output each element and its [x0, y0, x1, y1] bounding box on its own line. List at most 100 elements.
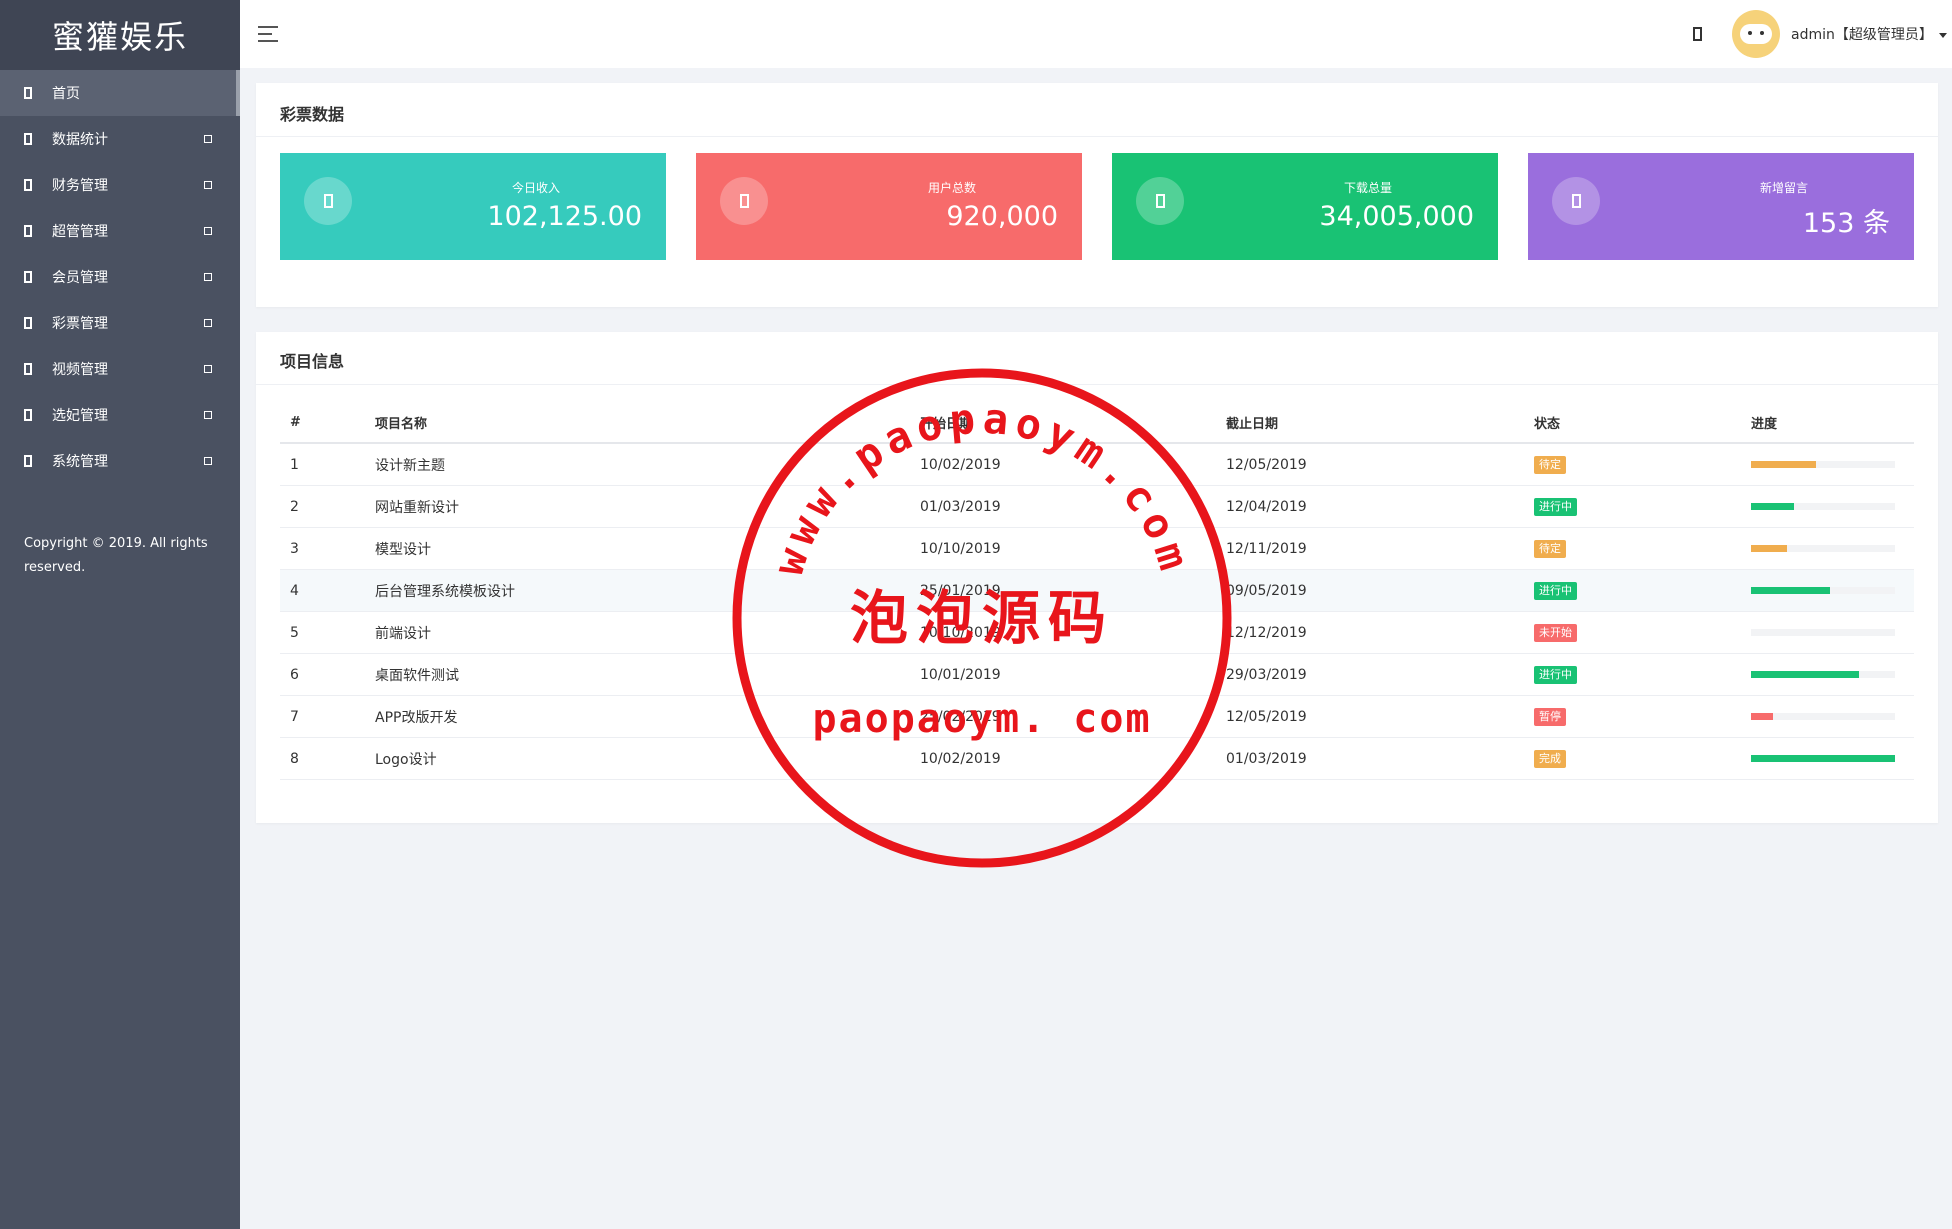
table-row[interactable]: 6 桌面软件测试 10/01/2019 29/03/2019 进行中 — [280, 653, 1914, 696]
expand-icon — [204, 457, 212, 465]
sidebar-item-home[interactable]: 首页 — [0, 70, 240, 116]
cell-progress — [1751, 527, 1914, 570]
cell-start: 10/02/2019 — [920, 737, 1226, 780]
expand-icon — [204, 411, 212, 419]
stat-card-messages: 新增留言 153 条 — [1528, 153, 1914, 260]
ticket-icon — [24, 317, 32, 329]
sidebar-item-label: 彩票管理 — [52, 316, 108, 332]
progress-bar — [1751, 503, 1895, 510]
sidebar-menu: 首页 数据统计 财务管理 超管管理 会员管理 彩票管理 视频管理 选妃管理 系统… — [0, 70, 240, 484]
expand-icon — [204, 273, 212, 281]
sidebar-item-lottery[interactable]: 彩票管理 — [0, 300, 240, 346]
progress-fill — [1751, 545, 1787, 552]
sidebar-item-label: 首页 — [52, 86, 80, 102]
menu-toggle-icon[interactable] — [258, 26, 278, 42]
projects-table: # 项目名称 开始日期 截止日期 状态 进度 1 设计新主题 10/02/2019 1… — [280, 402, 1914, 780]
cell-start: 10/10/2019 — [920, 527, 1226, 570]
status-badge: 进行中 — [1534, 497, 1577, 516]
user-menu[interactable]: admin【超级管理员】 — [1791, 24, 1947, 44]
sidebar-item-finance[interactable]: 财务管理 — [0, 162, 240, 208]
cell-id: 5 — [280, 611, 375, 654]
progress-bar — [1751, 587, 1895, 594]
cell-progress — [1751, 569, 1914, 612]
cell-id: 8 — [280, 737, 375, 780]
progress-fill — [1751, 587, 1831, 594]
bell-icon[interactable] — [1693, 27, 1702, 41]
cell-start: 10/02/2019 — [920, 443, 1226, 486]
sidebar-item-label: 会员管理 — [52, 270, 108, 286]
progress-bar — [1751, 713, 1895, 720]
projects-panel: 项目信息 # 项目名称 开始日期 截止日期 状态 进度 1 设计新主题 10/02/… — [256, 332, 1938, 823]
cell-end: 01/03/2019 — [1226, 737, 1534, 780]
progress-bar — [1751, 671, 1895, 678]
status-badge: 未开始 — [1534, 623, 1577, 642]
table-row[interactable]: 7 APP改版开发 25/02/2019 12/05/2019 暂停 — [280, 695, 1914, 738]
stat-card-users: 用户总数 920,000 — [696, 153, 1082, 260]
cell-start: 25/02/2019 — [920, 695, 1226, 738]
panel-title: 彩票数据 — [280, 105, 345, 124]
sidebar-item-label: 选妃管理 — [52, 408, 108, 424]
table-row[interactable]: 1 设计新主题 10/02/2019 12/05/2019 待定 — [280, 443, 1914, 486]
cell-start: 25/01/2019 — [920, 569, 1226, 612]
cell-status: 进行中 — [1534, 653, 1751, 696]
sidebar-item-selection[interactable]: 选妃管理 — [0, 392, 240, 438]
stats-panel: 彩票数据 今日收入 102,125.00 用户总数 920,000 下载总量 3… — [256, 83, 1938, 307]
progress-bar — [1751, 545, 1895, 552]
brand-logo[interactable]: 蜜獾娱乐 — [0, 0, 240, 70]
status-badge: 完成 — [1534, 749, 1566, 768]
table-row[interactable]: 8 Logo设计 10/02/2019 01/03/2019 完成 — [280, 737, 1914, 780]
table-row[interactable]: 4 后台管理系统模板设计 25/01/2019 09/05/2019 进行中 — [280, 569, 1914, 612]
stat-card-downloads: 下载总量 34,005,000 — [1112, 153, 1498, 260]
cell-id: 7 — [280, 695, 375, 738]
cell-status: 暂停 — [1534, 695, 1751, 738]
expand-icon — [204, 319, 212, 327]
cell-name: APP改版开发 — [375, 695, 920, 738]
table-row[interactable]: 2 网站重新设计 01/03/2019 12/04/2019 进行中 — [280, 485, 1914, 528]
table-row[interactable]: 3 模型设计 10/10/2019 12/11/2019 待定 — [280, 527, 1914, 570]
sidebar-item-label: 系统管理 — [52, 454, 108, 470]
cell-end: 29/03/2019 — [1226, 653, 1534, 696]
gear-icon — [24, 455, 32, 467]
cell-start: 10/01/2019 — [920, 653, 1226, 696]
column-header: 截止日期 — [1226, 402, 1534, 444]
stat-label: 今日收入 — [511, 181, 560, 195]
cell-start: 10/10/2019 — [920, 611, 1226, 654]
cell-progress — [1751, 485, 1914, 528]
status-badge: 进行中 — [1534, 581, 1577, 600]
cell-status: 待定 — [1534, 443, 1751, 486]
cell-name: Logo设计 — [375, 737, 920, 780]
progress-bar — [1751, 755, 1895, 762]
sidebar-item-video[interactable]: 视频管理 — [0, 346, 240, 392]
expand-icon — [204, 181, 212, 189]
stat-label: 用户总数 — [927, 181, 976, 195]
sidebar-item-label: 超管管理 — [52, 224, 108, 240]
sidebar-item-statistics[interactable]: 数据统计 — [0, 116, 240, 162]
table-row[interactable]: 5 前端设计 10/10/2019 12/12/2019 未开始 — [280, 611, 1914, 654]
cell-start: 01/03/2019 — [920, 485, 1226, 528]
chevron-down-icon — [1938, 32, 1947, 38]
cell-progress — [1751, 653, 1914, 696]
cell-progress — [1751, 737, 1914, 780]
chart-icon — [24, 133, 32, 145]
status-badge: 暂停 — [1534, 707, 1566, 726]
top-header: admin【超级管理员】 — [240, 0, 1952, 68]
user-name: admin【超级管理员】 — [1791, 27, 1933, 43]
stat-value: 102,125.00 — [487, 201, 642, 232]
sidebar-item-members[interactable]: 会员管理 — [0, 254, 240, 300]
video-icon — [24, 363, 32, 375]
column-header: 开始日期 — [920, 402, 1226, 444]
home-icon — [24, 87, 32, 99]
progress-bar — [1751, 629, 1895, 636]
cell-end: 12/12/2019 — [1226, 611, 1534, 654]
avatar[interactable] — [1732, 10, 1780, 58]
sidebar-item-system[interactable]: 系统管理 — [0, 438, 240, 484]
cell-id: 3 — [280, 527, 375, 570]
users-icon — [24, 271, 32, 283]
cell-status: 进行中 — [1534, 485, 1751, 528]
cell-id: 2 — [280, 485, 375, 528]
cell-name: 网站重新设计 — [375, 485, 920, 528]
sidebar-item-super-admin[interactable]: 超管管理 — [0, 208, 240, 254]
admin-icon — [24, 225, 32, 237]
sidebar-item-label: 视频管理 — [52, 362, 108, 378]
progress-fill — [1751, 671, 1859, 678]
